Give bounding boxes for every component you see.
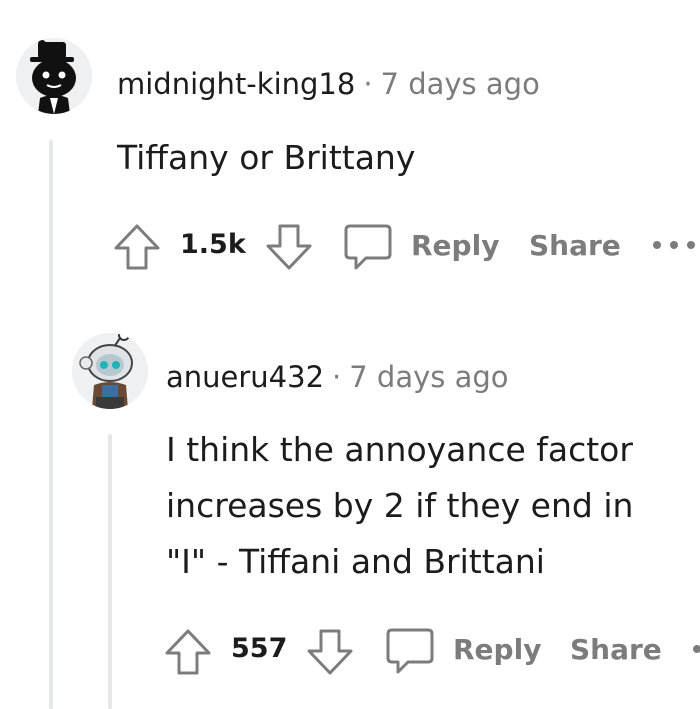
avatar-midnight-king18[interactable]: [16, 38, 92, 114]
avatar-anueru432[interactable]: [72, 333, 148, 409]
comment-body-line: increases by 2 if they end in: [166, 486, 634, 525]
meta-separator: ·: [332, 360, 342, 394]
downvote-icon[interactable]: [264, 222, 314, 272]
comment-body: Tiffany or Brittany: [117, 138, 416, 177]
share-button[interactable]: Share: [529, 229, 621, 262]
comment-meta: anueru432 · 7 days ago: [166, 360, 509, 394]
comment-bubble-icon[interactable]: [384, 626, 436, 676]
thread-line-1[interactable]: [49, 140, 53, 709]
reply-button[interactable]: Reply: [453, 633, 541, 666]
share-button[interactable]: Share: [570, 633, 662, 666]
more-options-icon[interactable]: [690, 642, 700, 656]
upvote-icon[interactable]: [163, 627, 213, 677]
meta-separator: ·: [363, 67, 373, 101]
upvote-icon[interactable]: [112, 222, 162, 272]
timestamp[interactable]: 7 days ago: [381, 67, 540, 101]
comment-meta: midnight-king18 · 7 days ago: [117, 67, 540, 101]
vote-score: 1.5k: [180, 229, 246, 260]
more-options-icon[interactable]: [650, 238, 698, 252]
author-name[interactable]: anueru432: [166, 360, 324, 394]
comment-body-line: I think the annoyance factor: [166, 430, 633, 469]
downvote-icon[interactable]: [305, 627, 355, 677]
timestamp[interactable]: 7 days ago: [349, 360, 508, 394]
reply-button[interactable]: Reply: [411, 229, 499, 262]
vote-score: 557: [231, 633, 288, 664]
thread-line-2[interactable]: [108, 434, 112, 709]
comment-bubble-icon[interactable]: [342, 222, 394, 272]
comment-body-line: "I" - Tiffani and Brittani: [166, 542, 545, 581]
author-name[interactable]: midnight-king18: [117, 67, 355, 101]
